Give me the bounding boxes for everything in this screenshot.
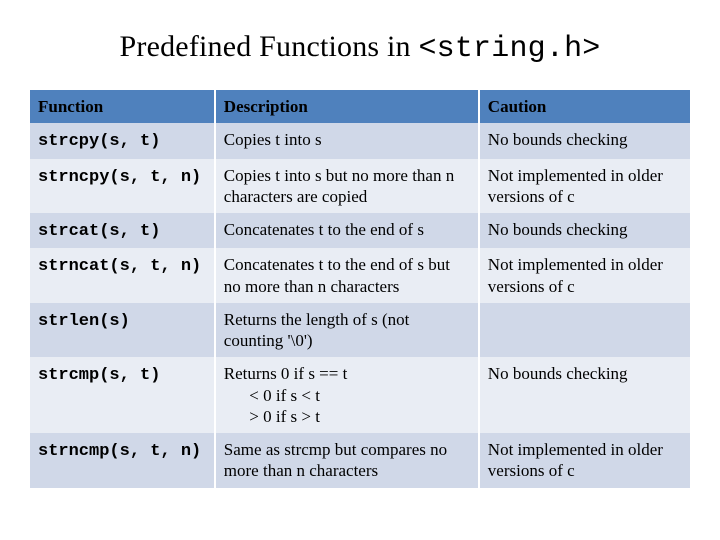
function-desc: Returns 0 if s == t < 0 if s < t > 0 if … <box>215 357 479 433</box>
table-row: strcmp(s, t) Returns 0 if s == t < 0 if … <box>30 357 690 433</box>
cmp-line-2: < 0 if s < t <box>249 386 320 405</box>
function-caut: No bounds checking <box>479 123 690 158</box>
function-caut: Not implemented in older versions of c <box>479 433 690 488</box>
page-title: Predefined Functions in <string.h> <box>30 30 690 66</box>
function-name: strncmp(s, t, n) <box>38 442 201 461</box>
function-desc: Same as strcmp but compares no more than… <box>215 433 479 488</box>
table-row: strlen(s) Returns the length of s (not c… <box>30 303 690 358</box>
function-name: strcat(s, t) <box>38 222 160 241</box>
functions-table: Function Description Caution strcpy(s, t… <box>30 90 690 488</box>
table-row: strcpy(s, t) Copies t into s No bounds c… <box>30 123 690 158</box>
function-name: strncpy(s, t, n) <box>38 168 201 187</box>
table-row: strcat(s, t) Concatenates t to the end o… <box>30 213 690 248</box>
function-desc: Returns the length of s (not counting '\… <box>215 303 479 358</box>
function-desc: Concatenates t to the end of s but no mo… <box>215 248 479 303</box>
col-caution: Caution <box>479 90 690 123</box>
cmp-line-3: > 0 if s > t <box>249 407 320 426</box>
function-desc: Concatenates t to the end of s <box>215 213 479 248</box>
function-name: strncat(s, t, n) <box>38 257 201 276</box>
col-function: Function <box>30 90 215 123</box>
slide: Predefined Functions in <string.h> Funct… <box>0 0 720 540</box>
function-caut: Not implemented in older versions of c <box>479 248 690 303</box>
function-desc: Copies t into s but no more than n chara… <box>215 159 479 214</box>
function-name: strcpy(s, t) <box>38 132 160 151</box>
cmp-line-1: Returns 0 if s == t <box>224 364 348 383</box>
table-row: strncat(s, t, n) Concatenates t to the e… <box>30 248 690 303</box>
table-header-row: Function Description Caution <box>30 90 690 123</box>
function-caut: No bounds checking <box>479 357 690 433</box>
table-row: strncpy(s, t, n) Copies t into s but no … <box>30 159 690 214</box>
title-code: <string.h> <box>418 32 600 66</box>
title-text: Predefined Functions in <box>120 30 419 63</box>
table-row: strncmp(s, t, n) Same as strcmp but comp… <box>30 433 690 488</box>
function-caut: Not implemented in older versions of c <box>479 159 690 214</box>
function-caut <box>479 303 690 358</box>
function-name: strcmp(s, t) <box>38 366 160 385</box>
function-caut: No bounds checking <box>479 213 690 248</box>
function-desc: Copies t into s <box>215 123 479 158</box>
col-description: Description <box>215 90 479 123</box>
function-name: strlen(s) <box>38 312 130 331</box>
